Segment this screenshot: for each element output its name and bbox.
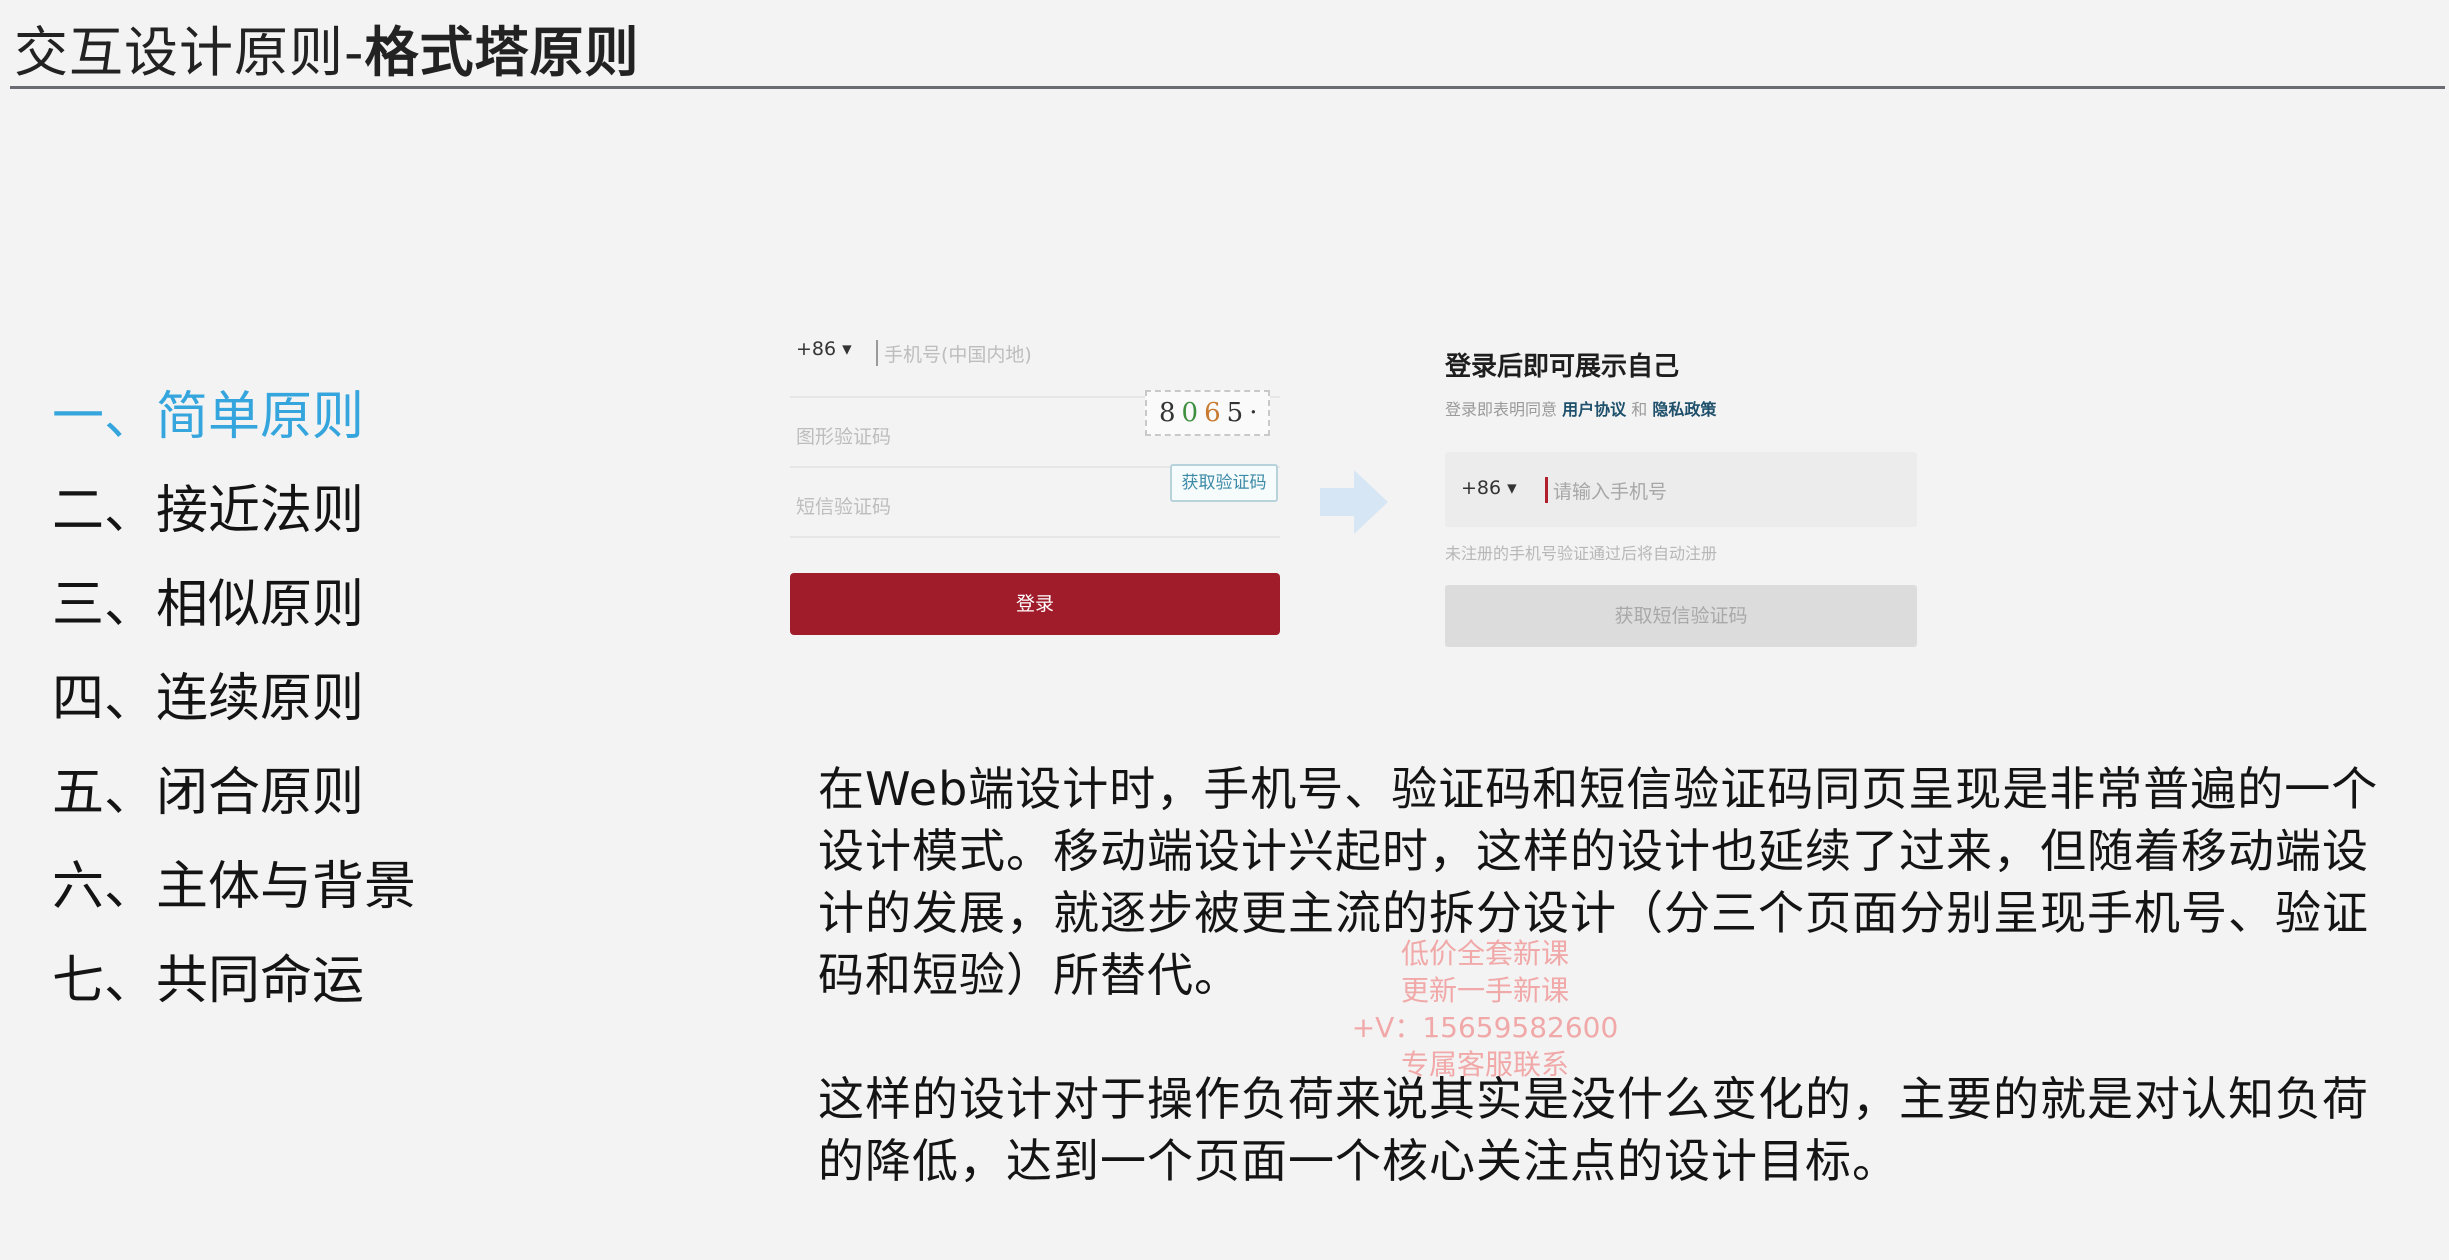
captcha-char: 8 — [1159, 398, 1182, 428]
mobile-phone-field[interactable]: +86 ▾ 请输入手机号 — [1445, 452, 1917, 527]
captcha-input[interactable]: 图形验证码 — [796, 422, 891, 449]
mobile-phone-input[interactable]: 请输入手机号 — [1553, 477, 1667, 504]
captcha-char: · — [1249, 398, 1264, 428]
outline-item-similarity[interactable]: 三、相似原则 — [52, 558, 416, 652]
title-divider — [10, 86, 2445, 89]
get-sms-code-button[interactable]: 获取短信验证码 — [1445, 585, 1917, 647]
agreement-line: 登录即表明同意 用户协议 和 隐私政策 — [1445, 396, 1716, 420]
phone-row: +86 ▾ 手机号(中国内地) — [790, 328, 1280, 398]
get-code-button[interactable]: 获取验证码 — [1170, 464, 1278, 502]
captcha-char: 0 — [1181, 398, 1205, 428]
slide-title: 交互设计原则-格式塔原则 — [14, 8, 640, 87]
outline-item-closure[interactable]: 五、闭合原则 — [52, 746, 416, 840]
outline-item-figure-ground[interactable]: 六、主体与背景 — [52, 840, 416, 934]
phone-input[interactable]: 手机号(中国内地) — [884, 340, 1032, 367]
agreement-and: 和 — [1631, 400, 1648, 419]
user-agreement-link[interactable]: 用户协议 — [1562, 400, 1626, 419]
privacy-policy-link[interactable]: 隐私政策 — [1652, 400, 1716, 419]
outline-item-common-fate[interactable]: 七、共同命运 — [52, 934, 416, 1028]
watermark-line: 低价全套新课 — [1400, 937, 1569, 970]
watermark: 低价全套新课 更新一手新课 +V：15659582600 专属客服联系 — [1325, 935, 1645, 1083]
captcha-char: 5 — [1226, 398, 1250, 428]
arrow-right-icon — [1320, 470, 1388, 534]
outline-item-simplicity[interactable]: 一、简单原则 — [52, 370, 416, 464]
login-button[interactable]: 登录 — [790, 573, 1280, 635]
explanation-paragraph-2: 这样的设计对于操作负荷来说其实是没什么变化的，主要的就是对认知负荷的降低，达到一… — [818, 1072, 2369, 1188]
principles-outline: 一、简单原则 二、接近法则 三、相似原则 四、连续原则 五、闭合原则 六、主体与… — [52, 370, 416, 1028]
web-login-mockup: +86 ▾ 手机号(中国内地) 图形验证码 8065· 短信验证码 获取验证码 … — [790, 328, 1280, 638]
watermark-line: 专属客服联系 — [1400, 1048, 1569, 1081]
slide-title-main: 格式塔原则 — [364, 21, 640, 84]
sms-code-input[interactable]: 短信验证码 — [796, 492, 891, 519]
slide-title-prefix: 交互设计原则- — [14, 21, 365, 84]
mobile-country-code-select[interactable]: +86 ▾ — [1461, 477, 1517, 499]
watermark-line: 更新一手新课 — [1400, 974, 1569, 1007]
mobile-login-mockup: 登录后即可展示自己 登录即表明同意 用户协议 和 隐私政策 +86 ▾ 请输入手… — [1445, 340, 1917, 660]
country-code-select[interactable]: +86 ▾ — [796, 338, 852, 360]
captcha-char: 6 — [1204, 398, 1227, 428]
outline-item-proximity[interactable]: 二、接近法则 — [52, 464, 416, 558]
text-caret — [1545, 477, 1548, 503]
text-caret — [876, 340, 878, 366]
agreement-prefix: 登录即表明同意 — [1445, 400, 1558, 419]
captcha-image[interactable]: 8065· — [1145, 390, 1270, 436]
auto-register-note: 未注册的手机号验证通过后将自动注册 — [1445, 544, 1718, 563]
outline-item-continuity[interactable]: 四、连续原则 — [52, 652, 416, 746]
watermark-line: +V：15659582600 — [1351, 1011, 1619, 1044]
mobile-login-heading: 登录后即可展示自己 — [1445, 352, 1680, 382]
